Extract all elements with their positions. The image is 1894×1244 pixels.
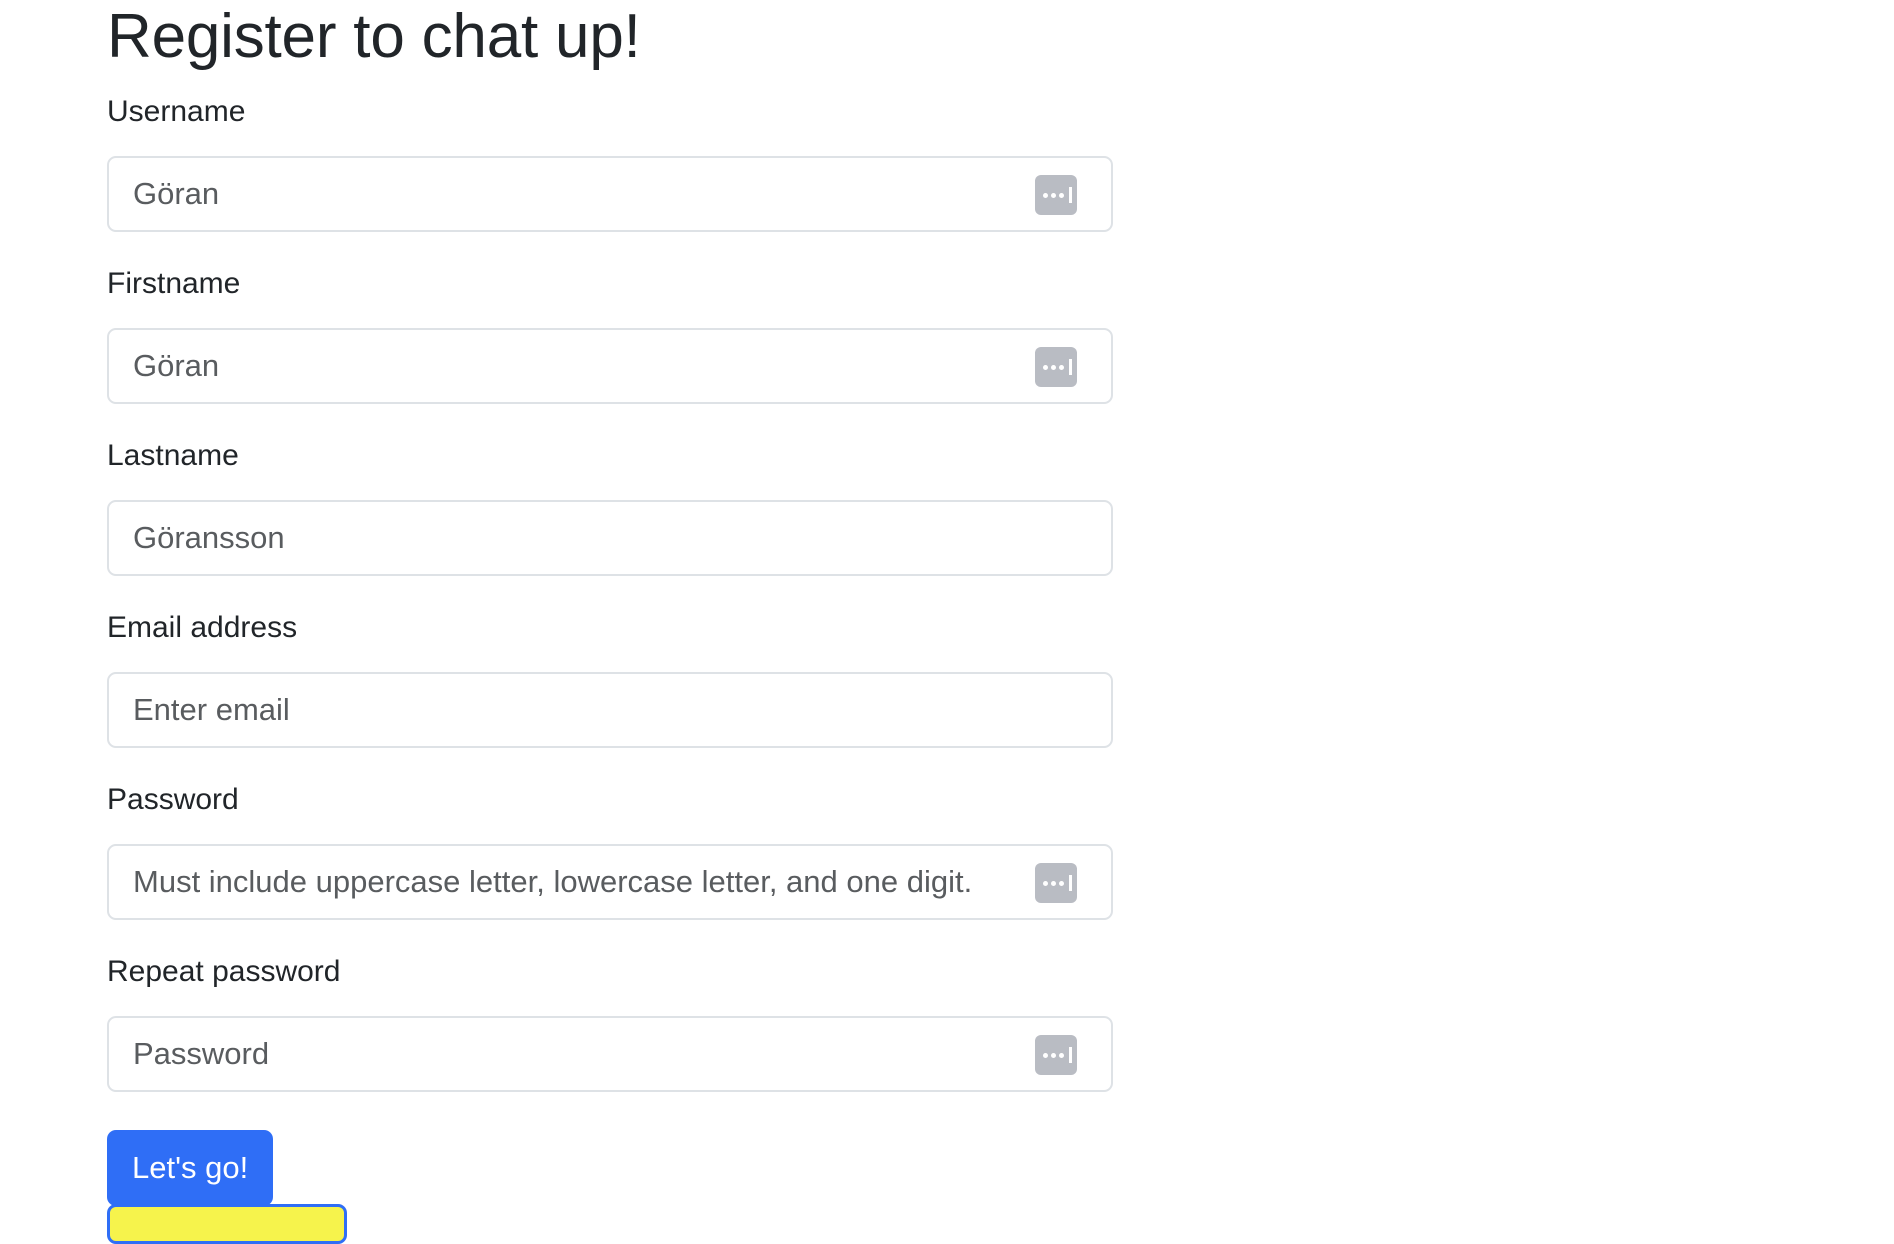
firstname-field-wrapper [107,328,1113,404]
password-autofill-icon[interactable] [1035,863,1077,903]
username-field-wrapper [107,156,1113,232]
repeat-password-label: Repeat password [107,955,341,988]
lastname-field-wrapper [107,500,1113,576]
firstname-label: Firstname [107,267,241,300]
password-label: Password [107,783,239,816]
password-autofill-icon[interactable] [1035,347,1077,387]
password-input[interactable] [109,846,1111,918]
username-input[interactable] [109,158,1111,230]
lastname-group: Lastname [107,420,1113,592]
firstname-input[interactable] [109,330,1111,402]
email-input[interactable] [109,674,1111,746]
repeat-password-group: Repeat password [107,936,1113,1108]
email-field-wrapper [107,672,1113,748]
password-group: Password [107,764,1113,936]
repeat-password-field-wrapper [107,1016,1113,1092]
lastname-input[interactable] [109,502,1111,574]
secondary-button[interactable] [107,1204,347,1244]
username-group: Username [107,76,1113,248]
password-autofill-icon[interactable] [1035,1035,1077,1075]
register-page: Register to chat up! Username Firstname … [107,0,1113,1244]
submit-button[interactable]: Let's go! [107,1130,274,1206]
page-title: Register to chat up! [107,2,641,71]
email-group: Email address [107,592,1113,764]
username-label: Username [107,95,246,128]
password-field-wrapper [107,844,1113,920]
password-autofill-icon[interactable] [1035,175,1077,215]
firstname-group: Firstname [107,248,1113,420]
repeat-password-input[interactable] [109,1018,1111,1090]
email-label: Email address [107,611,298,644]
register-form: Username Firstname Lastname [107,76,1113,1244]
lastname-label: Lastname [107,439,239,472]
